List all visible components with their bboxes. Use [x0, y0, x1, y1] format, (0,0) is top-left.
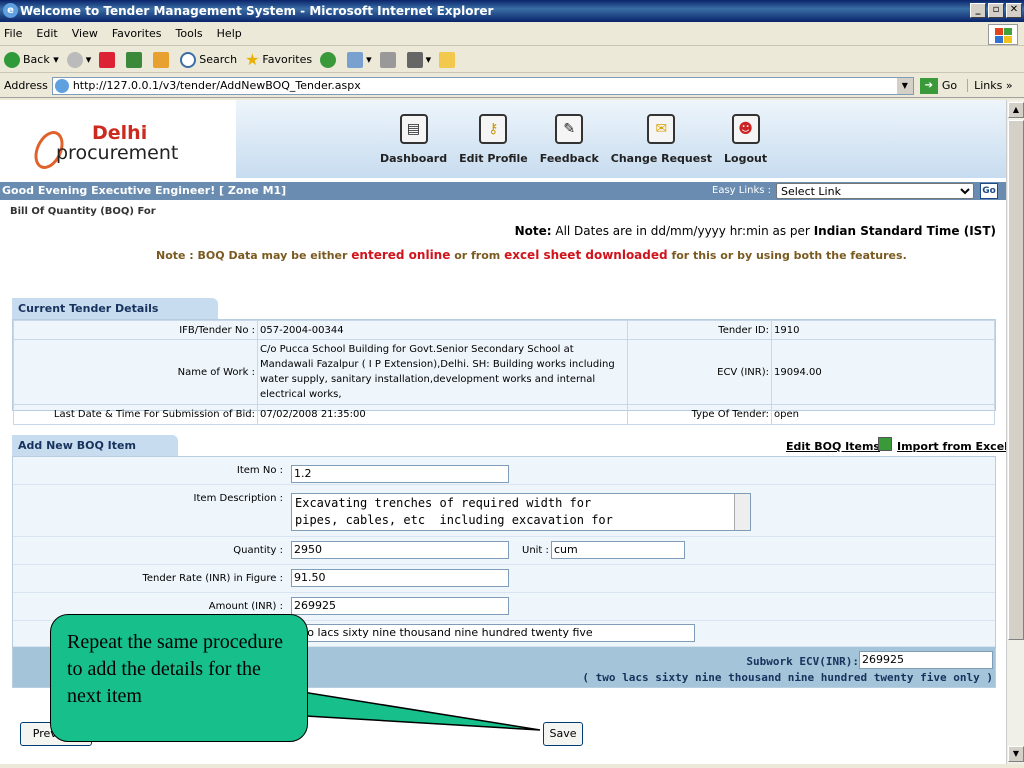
instruction-callout: Repeat the same procedure to add the det…: [50, 614, 308, 742]
browser-window: e Welcome to Tender Management System - …: [0, 0, 1024, 768]
